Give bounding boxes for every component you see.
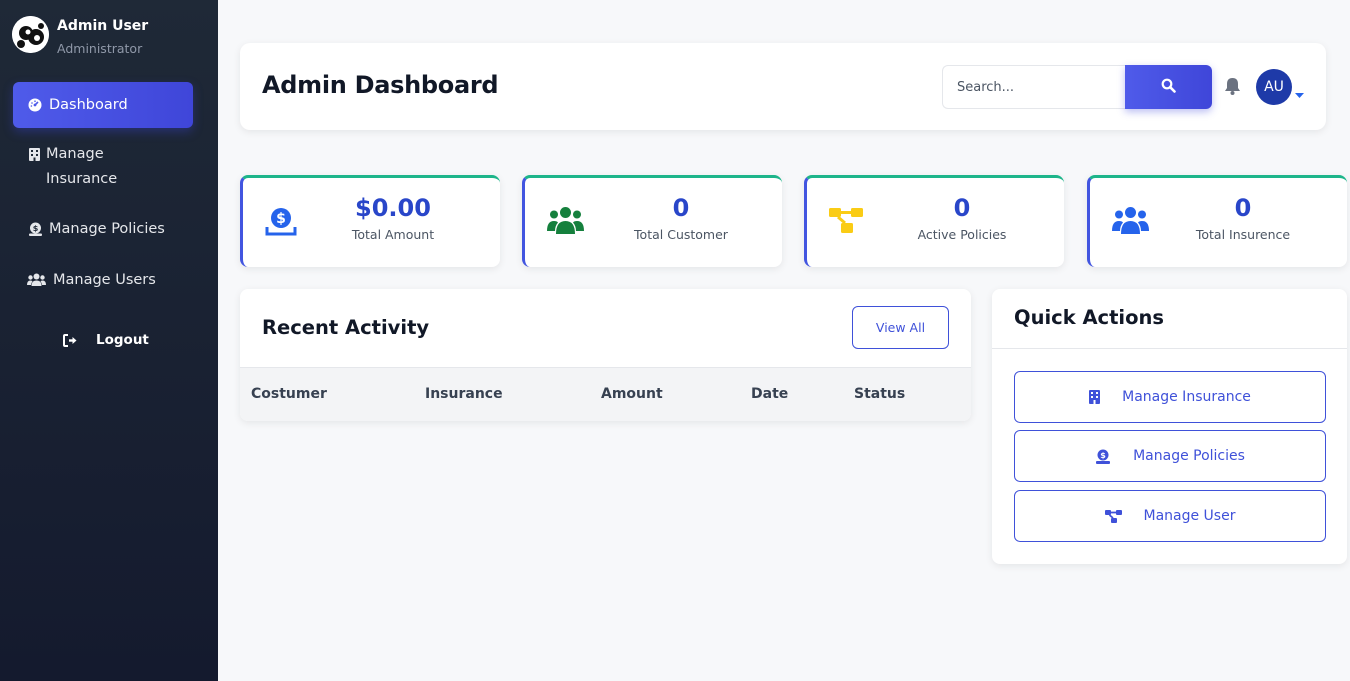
svg-text:$: $: [1100, 451, 1106, 460]
svg-text:$: $: [276, 211, 286, 227]
notification-bell-icon[interactable]: [1224, 77, 1241, 99]
quick-action-label: Manage Policies: [1133, 448, 1245, 464]
svg-text:$: $: [32, 224, 38, 233]
users-icon: [547, 206, 584, 238]
search-button[interactable]: [1125, 65, 1212, 109]
stat-label: Active Policies: [917, 227, 1007, 242]
money-check-icon: $: [1095, 449, 1111, 464]
stat-card-total-amount: $ $0.00 Total Amount: [240, 175, 500, 267]
sidebar-item-manage-policies[interactable]: $ Manage Policies: [13, 217, 193, 242]
logout-icon: [63, 333, 78, 347]
sidebar-item-label: Manage Policies: [49, 221, 165, 237]
search-input[interactable]: [942, 65, 1126, 109]
column-header-amount[interactable]: Amount: [601, 386, 663, 402]
stat-label: Total Amount: [351, 227, 435, 242]
building-icon: [1089, 390, 1101, 404]
manage-user-button[interactable]: Manage User: [1014, 490, 1326, 542]
profile-role: Administrator: [57, 41, 143, 56]
stat-value: 0: [1234, 194, 1252, 222]
building-icon: [27, 148, 41, 161]
stat-card-total-insurence: 0 Total Insurence: [1087, 175, 1347, 267]
recent-activity-title: Recent Activity: [262, 316, 430, 339]
sidebar-item-dashboard[interactable]: Dashboard: [13, 82, 193, 128]
users-icon: [27, 273, 46, 286]
money-check-icon: $: [27, 222, 43, 236]
header-bar: Admin Dashboard AU: [240, 43, 1326, 130]
chevron-down-icon[interactable]: [1295, 84, 1304, 103]
column-header-costumer[interactable]: Costumer: [251, 386, 327, 402]
activity-table-header: Costumer Insurance Amount Date Status: [240, 367, 971, 421]
view-all-button[interactable]: View All: [852, 306, 949, 349]
logout-button[interactable]: Logout: [63, 332, 149, 348]
page-title: Admin Dashboard: [262, 71, 499, 99]
quick-action-label: Manage User: [1143, 508, 1236, 524]
sidebar-item-manage-users[interactable]: Manage Users: [13, 268, 193, 293]
logout-label: Logout: [96, 332, 149, 348]
user-avatar[interactable]: AU: [1256, 69, 1292, 105]
stat-label: Total Customer: [634, 227, 728, 242]
user-profile: Admin User Administrator: [12, 16, 148, 57]
column-header-date[interactable]: Date: [751, 386, 788, 402]
recent-activity-panel: Recent Activity View All Costumer Insura…: [240, 289, 971, 421]
sidebar-item-manage-insurance[interactable]: Manage Insurance: [13, 142, 163, 192]
manage-policies-button[interactable]: $ Manage Policies: [1014, 430, 1326, 482]
stat-label: Total Insurence: [1195, 227, 1291, 242]
profile-avatar: [12, 16, 49, 53]
column-header-status[interactable]: Status: [854, 386, 905, 402]
stat-card-active-policies: 0 Active Policies: [804, 175, 1064, 267]
sitemap-icon: [829, 206, 863, 238]
stat-value: 0: [953, 194, 971, 222]
stat-value: 0: [672, 194, 690, 222]
quick-action-label: Manage Insurance: [1122, 389, 1251, 405]
quick-actions-title: Quick Actions: [1014, 306, 1165, 329]
sidebar-item-label: Manage Users: [53, 272, 156, 288]
manage-insurance-button[interactable]: Manage Insurance: [1014, 371, 1326, 423]
sidebar-item-label: Manage Insurance: [46, 146, 118, 187]
divider: [992, 348, 1347, 349]
sitemap-icon: [1104, 509, 1122, 523]
sidebar: Admin User Administrator Dashboard Manag…: [0, 0, 218, 681]
quick-actions-panel: Quick Actions Manage Insurance $ Manage …: [992, 289, 1347, 564]
profile-name: Admin User: [57, 18, 149, 34]
stat-value: $0.00: [355, 194, 431, 222]
stat-card-total-customer: 0 Total Customer: [522, 175, 782, 267]
dashboard-gauge-icon: [27, 98, 43, 112]
search-icon: [1161, 78, 1176, 96]
column-header-insurance[interactable]: Insurance: [425, 386, 503, 402]
sidebar-item-label: Dashboard: [49, 96, 128, 113]
